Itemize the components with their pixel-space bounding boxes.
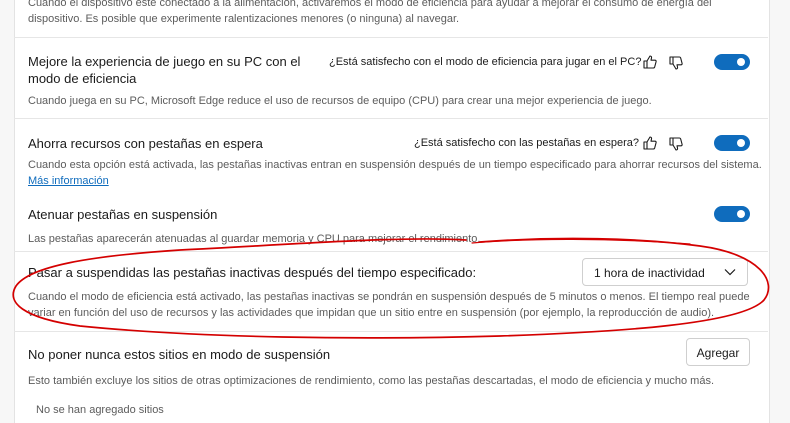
thumbs-up-icon[interactable] [642, 54, 658, 70]
sleeping-tabs-toggle[interactable] [714, 135, 750, 151]
empty-sites-message: No se han agregado sitios [36, 404, 164, 416]
gaming-title-line1: Mejore la experiencia de juego en su PC … [28, 54, 301, 69]
dropdown-selected-value: 1 hora de inactividad [594, 266, 705, 280]
gaming-toggle[interactable] [714, 54, 750, 70]
gaming-desc: Cuando juega en su PC, Microsoft Edge re… [28, 95, 652, 107]
suspend-after-desc-line2: variar en función del uso de recursos y … [28, 307, 715, 319]
divider [14, 118, 768, 119]
fade-tabs-toggle[interactable] [714, 206, 750, 222]
inactivity-time-dropdown[interactable]: 1 hora de inactividad [582, 258, 748, 286]
never-sleep-desc: Esto también excluye los sitios de otras… [28, 375, 715, 387]
efficiency-desc-line1: Cuando el dispositivo esté conectado a l… [28, 0, 712, 9]
chevron-down-icon [724, 269, 736, 276]
divider [14, 37, 768, 38]
efficiency-desc-line2: dispositivo. Es posible que experimente … [28, 13, 460, 25]
suspend-after-title: Pasar a suspendidas las pestañas inactiv… [28, 265, 477, 280]
fade-tabs-title: Atenuar pestañas en suspensión [28, 207, 218, 222]
suspend-after-desc-line1: Cuando el modo de eficiencia está activa… [28, 291, 750, 303]
add-site-button[interactable]: Agregar [686, 338, 750, 366]
sleeping-tabs-desc: Cuando esta opción está activada, las pe… [28, 159, 762, 171]
gaming-feedback-question: ¿Está satisfecho con el modo de eficienc… [329, 56, 642, 68]
divider [14, 251, 768, 252]
never-sleep-title: No poner nunca estos sitios en modo de s… [28, 347, 331, 362]
thumbs-down-icon[interactable] [668, 55, 684, 71]
divider [14, 331, 768, 332]
thumbs-up-icon[interactable] [642, 135, 658, 151]
learn-more-link[interactable]: Más información [28, 175, 109, 187]
sleeping-tabs-feedback-question: ¿Está satisfecho con las pestañas en esp… [414, 137, 640, 149]
gaming-title-line2: modo de eficiencia [28, 71, 137, 86]
sleeping-tabs-title: Ahorra recursos con pestañas en espera [28, 136, 263, 151]
thumbs-down-icon[interactable] [668, 136, 684, 152]
fade-tabs-desc: Las pestañas aparecerán atenuadas al gua… [28, 233, 481, 245]
